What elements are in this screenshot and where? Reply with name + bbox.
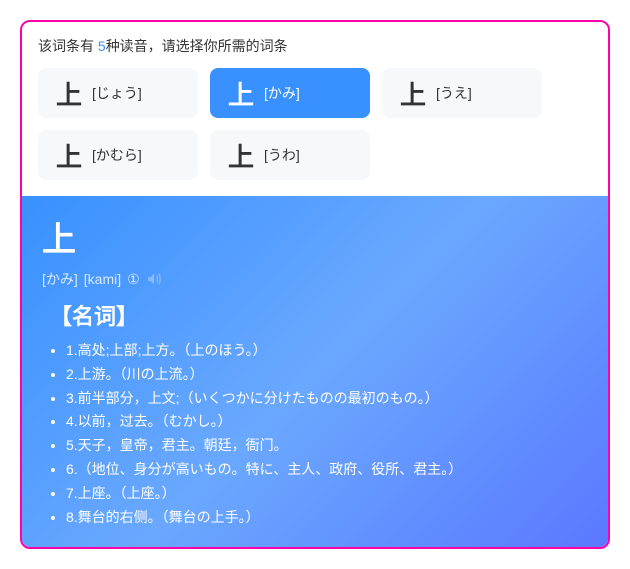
definition-item: 6.（地位、身分が高いもの。特に、主人、政府、役所、君主。） bbox=[66, 458, 588, 482]
reading-kana: [じょう] bbox=[92, 83, 142, 103]
definitions-list: 1.高处;上部;上方。（上のほう。）2.上游。（川の上流。）3.前半部分，上文;… bbox=[42, 339, 588, 529]
definition-item: 7.上座。（上座。） bbox=[66, 482, 588, 506]
definition-header: 上 [かみ] [kami] ① bbox=[42, 212, 588, 289]
readings-list: 上 [じょう] 上 [かみ] 上 [うえ] 上 [かむら] 上 [うわ] bbox=[38, 68, 592, 180]
definition-item: 5.天子，皇帝，君主。朝廷，衙门。 bbox=[66, 434, 588, 458]
reading-option[interactable]: 上 [うえ] bbox=[382, 68, 542, 118]
reading-kana: [かみ] bbox=[264, 83, 300, 103]
definition-item: 4.以前，过去。（むかし。） bbox=[66, 410, 588, 434]
readings-panel: 该词条有 5种读音，请选择你所需的词条 上 [じょう] 上 [かみ] 上 [うえ] 上 [かむ… bbox=[22, 22, 608, 196]
definition-item: 1.高处;上部;上方。（上のほう。） bbox=[66, 339, 588, 363]
reading-kana: [うわ] bbox=[264, 145, 300, 165]
phonetic-romaji: [kami] bbox=[84, 271, 121, 287]
definition-item: 2.上游。（川の上流。） bbox=[66, 363, 588, 387]
reading-option[interactable]: 上 [じょう] bbox=[38, 68, 198, 118]
reading-kana: [かむら] bbox=[92, 145, 142, 165]
part-of-speech: 【名词】 bbox=[50, 299, 588, 331]
phonetic-line: [かみ] [kami] ① bbox=[42, 269, 588, 289]
reading-kanji: 上 bbox=[400, 75, 426, 112]
headword: 上 bbox=[42, 212, 588, 261]
reading-kanji: 上 bbox=[56, 75, 82, 112]
reading-kanji: 上 bbox=[228, 137, 254, 174]
prompt-suffix: 种读音，请选择你所需的词条 bbox=[106, 38, 288, 54]
prompt-text: 该词条有 5种读音，请选择你所需的词条 bbox=[38, 36, 592, 56]
definition-panel: 上 [かみ] [kami] ① 【名词】 1.高处;上部;上方。（上のほう。）2… bbox=[22, 196, 608, 547]
accent-mark: ① bbox=[127, 271, 140, 288]
phonetic-kana: [かみ] bbox=[42, 269, 78, 289]
reading-option[interactable]: 上 [うわ] bbox=[210, 130, 370, 180]
definition-item: 3.前半部分，上文;（いくつかに分けたものの最初のもの。） bbox=[66, 387, 588, 411]
reading-option[interactable]: 上 [かみ] bbox=[210, 68, 370, 118]
reading-kanji: 上 bbox=[228, 75, 254, 112]
prompt-prefix: 该词条有 bbox=[38, 38, 98, 54]
reading-kana: [うえ] bbox=[436, 83, 472, 103]
dictionary-card: 该词条有 5种读音，请选择你所需的词条 上 [じょう] 上 [かみ] 上 [うえ] 上 [かむ… bbox=[20, 20, 610, 549]
readings-count: 5 bbox=[98, 38, 106, 54]
reading-option[interactable]: 上 [かむら] bbox=[38, 130, 198, 180]
audio-icon[interactable] bbox=[146, 271, 162, 287]
definition-item: 8.舞台的右侧。（舞台の上手。） bbox=[66, 506, 588, 530]
reading-kanji: 上 bbox=[56, 137, 82, 174]
